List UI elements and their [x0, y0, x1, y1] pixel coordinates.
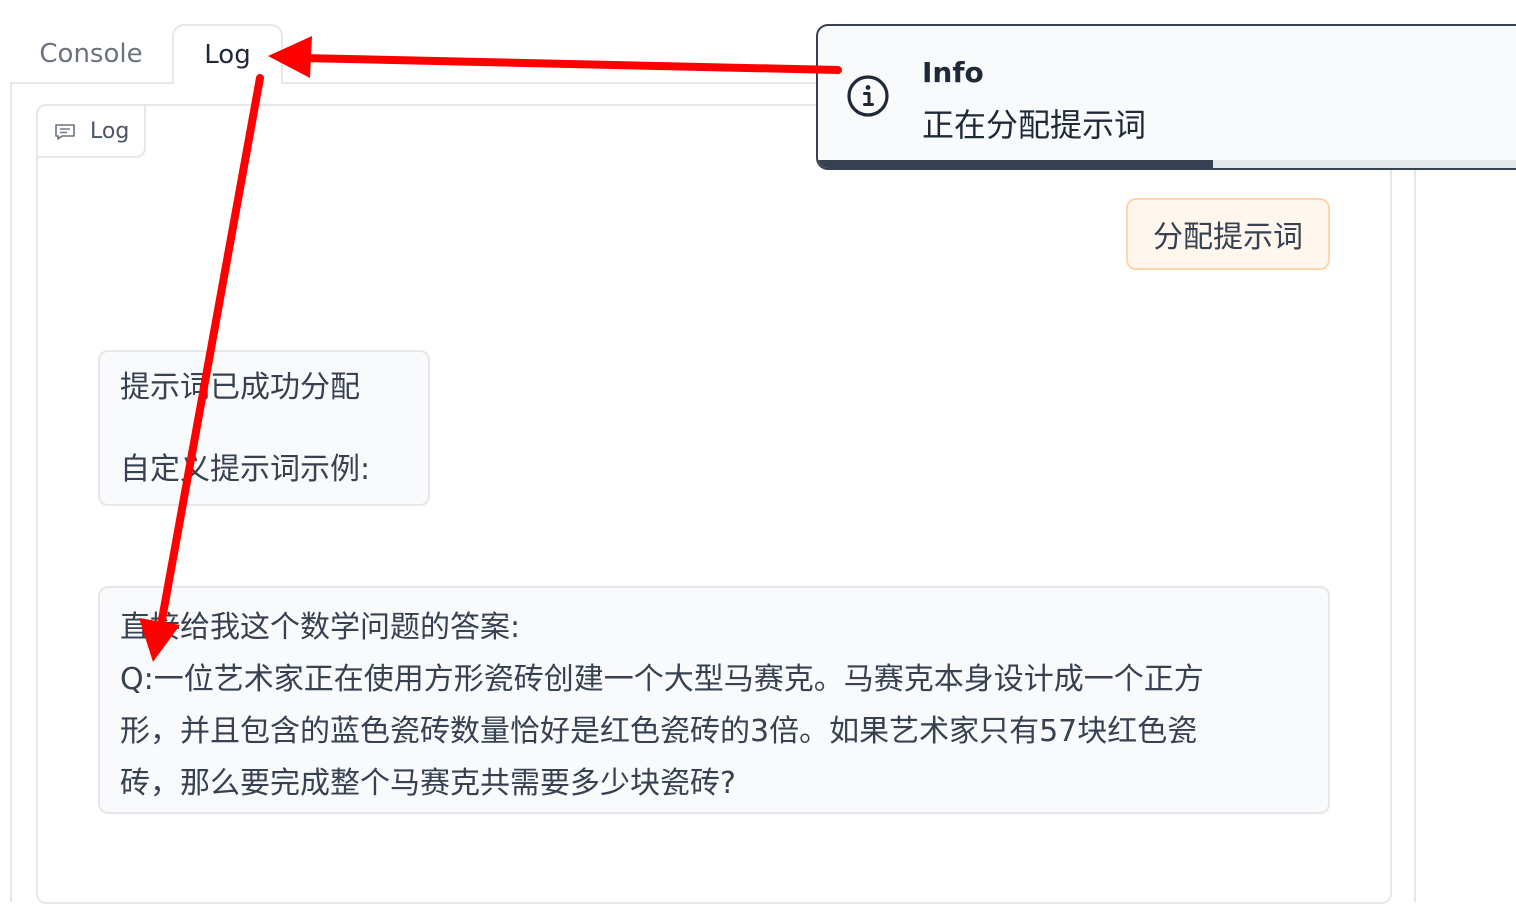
tab-console[interactable]: Console — [10, 24, 172, 84]
tab-log[interactable]: Log — [172, 24, 283, 84]
arrow-to-log-tab — [268, 36, 842, 78]
bot-message-spacer — [120, 410, 408, 448]
bot-message-line: 提示词已成功分配 — [120, 370, 360, 405]
user-message-text: 分配提示词 — [1153, 220, 1303, 255]
bot-message-line: 直接给我这个数学问题的答案: — [120, 610, 521, 645]
bot-message-line: 自定义提示词示例: — [120, 452, 371, 487]
toast-progress-track — [818, 160, 1516, 168]
bot-message-line: 形，并且包含的蓝色瓷砖数量恰好是红色瓷砖的3倍。如果艺术家只有57块红色瓷 — [120, 714, 1198, 749]
toast-message: 正在分配提示词 — [922, 106, 1147, 144]
toast-title: Info — [922, 56, 984, 89]
bot-message: 直接给我这个数学问题的答案: Q:一位艺术家正在使用方形瓷砖创建一个大型马赛克。… — [98, 586, 1330, 814]
user-message: 分配提示词 — [1126, 198, 1330, 270]
chat-bubble-icon — [54, 122, 76, 140]
info-icon — [846, 74, 890, 118]
bot-message-line: 砖，那么要完成整个马赛克共需要多少块瓷砖? — [120, 766, 736, 801]
info-toast[interactable]: Info 正在分配提示词 — [816, 24, 1516, 170]
toast-progress-bar — [818, 160, 1213, 168]
bot-message-line: Q:一位艺术家正在使用方形瓷砖创建一个大型马赛克。马赛克本身设计成一个正方 — [120, 662, 1204, 697]
chat-panel-label-text: Log — [90, 118, 130, 144]
bot-message: 提示词已成功分配 自定义提示词示例: — [98, 350, 430, 506]
chat-panel-label: Log — [36, 104, 146, 158]
